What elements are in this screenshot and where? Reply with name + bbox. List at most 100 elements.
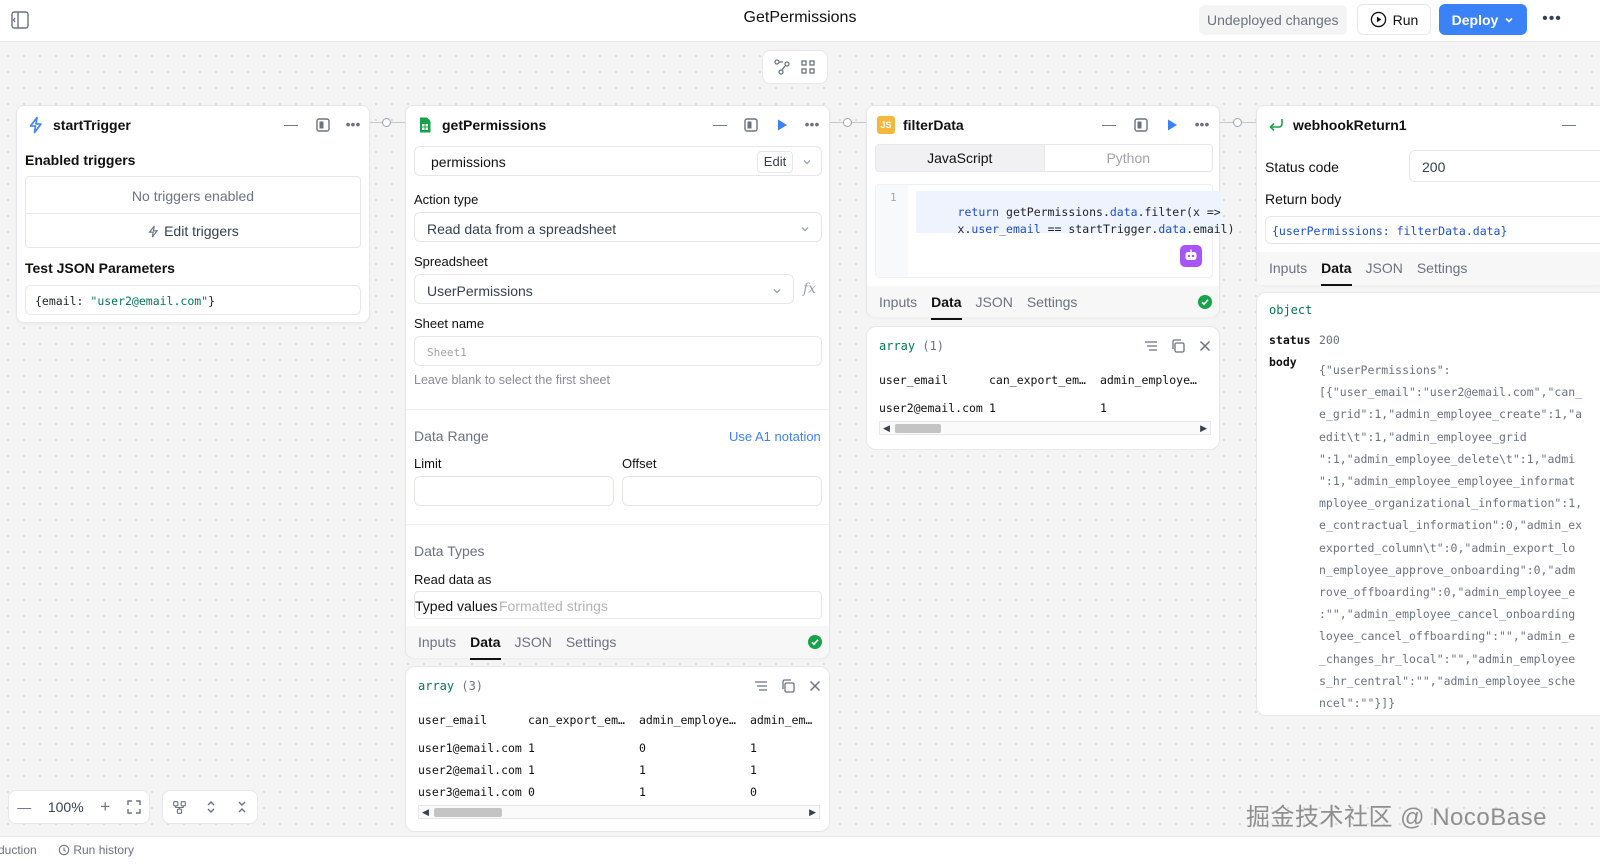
spreadsheet-select[interactable]: UserPermissions	[414, 274, 794, 304]
limit-input[interactable]	[414, 476, 614, 506]
play-icon[interactable]	[1162, 115, 1182, 135]
sheet-name-input[interactable]: Sheet1	[414, 336, 822, 366]
horizontal-scrollbar[interactable]: ◀ ▶	[879, 421, 1211, 435]
horizontal-scrollbar[interactable]: ◀ ▶	[418, 805, 820, 819]
copy-icon[interactable]	[780, 678, 796, 694]
scrollbar-thumb[interactable]	[895, 424, 941, 433]
run-history-tab[interactable]: Run history	[58, 843, 134, 857]
column-header[interactable]: user_email	[418, 709, 528, 731]
ai-assistant-icon[interactable]	[1180, 245, 1202, 267]
return-body-input[interactable]: {userPermissions: filterData.data}	[1265, 216, 1600, 244]
data-range-label: Data Range	[414, 428, 489, 444]
start-trigger-node[interactable]: startTrigger — ••• Enabled triggers No t…	[16, 105, 370, 323]
minimize-icon[interactable]: —	[1099, 115, 1119, 135]
run-button[interactable]: Run	[1357, 4, 1431, 35]
minimize-icon[interactable]: —	[281, 115, 301, 135]
scroll-right-arrow[interactable]: ▶	[1200, 423, 1207, 434]
filter-data-node[interactable]: JS filterData — ••• JavaScript Python 1 …	[866, 105, 1235, 320]
grid-layout-icon[interactable]	[799, 58, 817, 76]
column-header[interactable]: admin_employee…	[1100, 369, 1211, 391]
tab-inputs[interactable]: Inputs	[879, 288, 917, 318]
column-header[interactable]: user_email	[879, 369, 989, 391]
fx-icon[interactable]: fx	[803, 281, 816, 297]
column-header[interactable]: admin_emplc	[750, 709, 824, 731]
tab-data[interactable]: Data	[931, 288, 962, 320]
lightning-icon	[148, 225, 159, 238]
output-tabs: Inputs Data JSON Settings	[879, 288, 1078, 320]
tab-settings[interactable]: Settings	[1027, 288, 1078, 318]
tab-settings[interactable]: Settings	[1417, 254, 1468, 284]
table-cell: 0	[528, 785, 535, 799]
scrollbar-thumb[interactable]	[434, 808, 502, 817]
zoom-in-button[interactable]: +	[100, 797, 110, 817]
connector-handle[interactable]	[382, 118, 391, 127]
read-data-as-toggle[interactable]: Typed values Formatted strings	[414, 591, 822, 619]
typed-values-option[interactable]: Typed values	[415, 598, 498, 614]
production-tab[interactable]: duction	[0, 843, 37, 857]
node-header: startTrigger — •••	[17, 106, 369, 142]
table-header-row: user_email can_export_emp… admin_employe…	[879, 369, 1211, 391]
tab-javascript[interactable]: JavaScript	[876, 145, 1044, 171]
tab-data[interactable]: Data	[470, 628, 501, 660]
close-icon[interactable]	[807, 678, 823, 694]
tab-python[interactable]: Python	[1043, 145, 1212, 171]
triggers-box: No triggers enabled Edit triggers	[25, 176, 361, 248]
table-row: user1@email.com 1 0 1	[418, 737, 824, 759]
minimize-icon[interactable]: —	[1559, 115, 1579, 135]
tab-json[interactable]: JSON	[515, 628, 552, 658]
panel-icon[interactable]	[313, 115, 333, 135]
edit-triggers-button[interactable]: Edit triggers	[26, 223, 360, 239]
tab-json[interactable]: JSON	[1366, 254, 1403, 284]
tab-inputs[interactable]: Inputs	[1269, 254, 1307, 284]
no-triggers-text: No triggers enabled	[131, 188, 255, 204]
status-code-input[interactable]: 200	[1409, 150, 1600, 182]
offset-input[interactable]	[622, 476, 822, 506]
list-view-icon[interactable]	[753, 678, 769, 694]
table-cell: 1	[528, 741, 535, 755]
connector-handle[interactable]	[843, 118, 852, 127]
panel-icon[interactable]	[1131, 115, 1151, 135]
column-header[interactable]: can_export_emp…	[528, 709, 639, 731]
deploy-button[interactable]: Deploy	[1439, 4, 1527, 35]
action-type-select[interactable]: Read data from a spreadsheet	[414, 212, 822, 242]
tab-json[interactable]: JSON	[976, 288, 1013, 318]
fullscreen-icon[interactable]	[127, 800, 141, 814]
scroll-left-arrow[interactable]: ◀	[422, 807, 429, 818]
expand-icon[interactable]	[205, 800, 217, 814]
zoom-out-button[interactable]: —	[17, 799, 31, 815]
copy-icon[interactable]	[1170, 338, 1186, 354]
more-options-icon[interactable]: •••	[1540, 8, 1564, 32]
auto-layout-icon[interactable]	[773, 58, 791, 76]
auto-layout-icon[interactable]	[172, 800, 187, 815]
collapse-icon[interactable]	[236, 800, 248, 814]
play-icon[interactable]	[772, 115, 792, 135]
code-editor[interactable]: 1 return getPermissions.data.filter(x =>…	[875, 184, 1235, 278]
more-icon[interactable]: •••	[343, 115, 363, 135]
table-row: user2@email.com 1 1	[879, 397, 1211, 419]
close-icon[interactable]	[1197, 338, 1213, 354]
connector-handle[interactable]	[1233, 118, 1242, 127]
test-json-label: Test JSON Parameters	[25, 260, 175, 276]
chevron-down-icon[interactable]	[801, 156, 813, 168]
edit-resource-button[interactable]: Edit	[757, 151, 793, 173]
column-header[interactable]: can_export_emp…	[989, 369, 1100, 391]
resource-select[interactable]: permissions Edit	[414, 146, 822, 176]
formatted-strings-option[interactable]: Formatted strings	[499, 598, 608, 614]
test-json-input[interactable]: {email: "user2@email.com"}	[25, 285, 361, 315]
minimize-icon[interactable]: —	[710, 115, 730, 135]
tab-data[interactable]: Data	[1321, 254, 1352, 286]
panel-icon[interactable]	[741, 115, 761, 135]
list-view-icon[interactable]	[1143, 338, 1159, 354]
more-icon[interactable]: •••	[1192, 115, 1212, 135]
scroll-left-arrow[interactable]: ◀	[883, 423, 890, 434]
more-icon[interactable]: •••	[802, 115, 822, 135]
webhook-return-node[interactable]: webhookReturn1 — Status code 200 Return …	[1256, 105, 1600, 286]
return-arrow-icon	[1269, 119, 1283, 132]
tab-settings[interactable]: Settings	[566, 628, 617, 658]
column-header[interactable]: admin_employee…	[639, 709, 750, 731]
sidebar-toggle-icon[interactable]	[10, 10, 30, 30]
use-a1-notation-link[interactable]: Use A1 notation	[729, 429, 821, 444]
scroll-right-arrow[interactable]: ▶	[809, 807, 816, 818]
get-permissions-node[interactable]: getPermissions — ••• permissions Edit Ac…	[405, 105, 830, 660]
tab-inputs[interactable]: Inputs	[418, 628, 456, 658]
